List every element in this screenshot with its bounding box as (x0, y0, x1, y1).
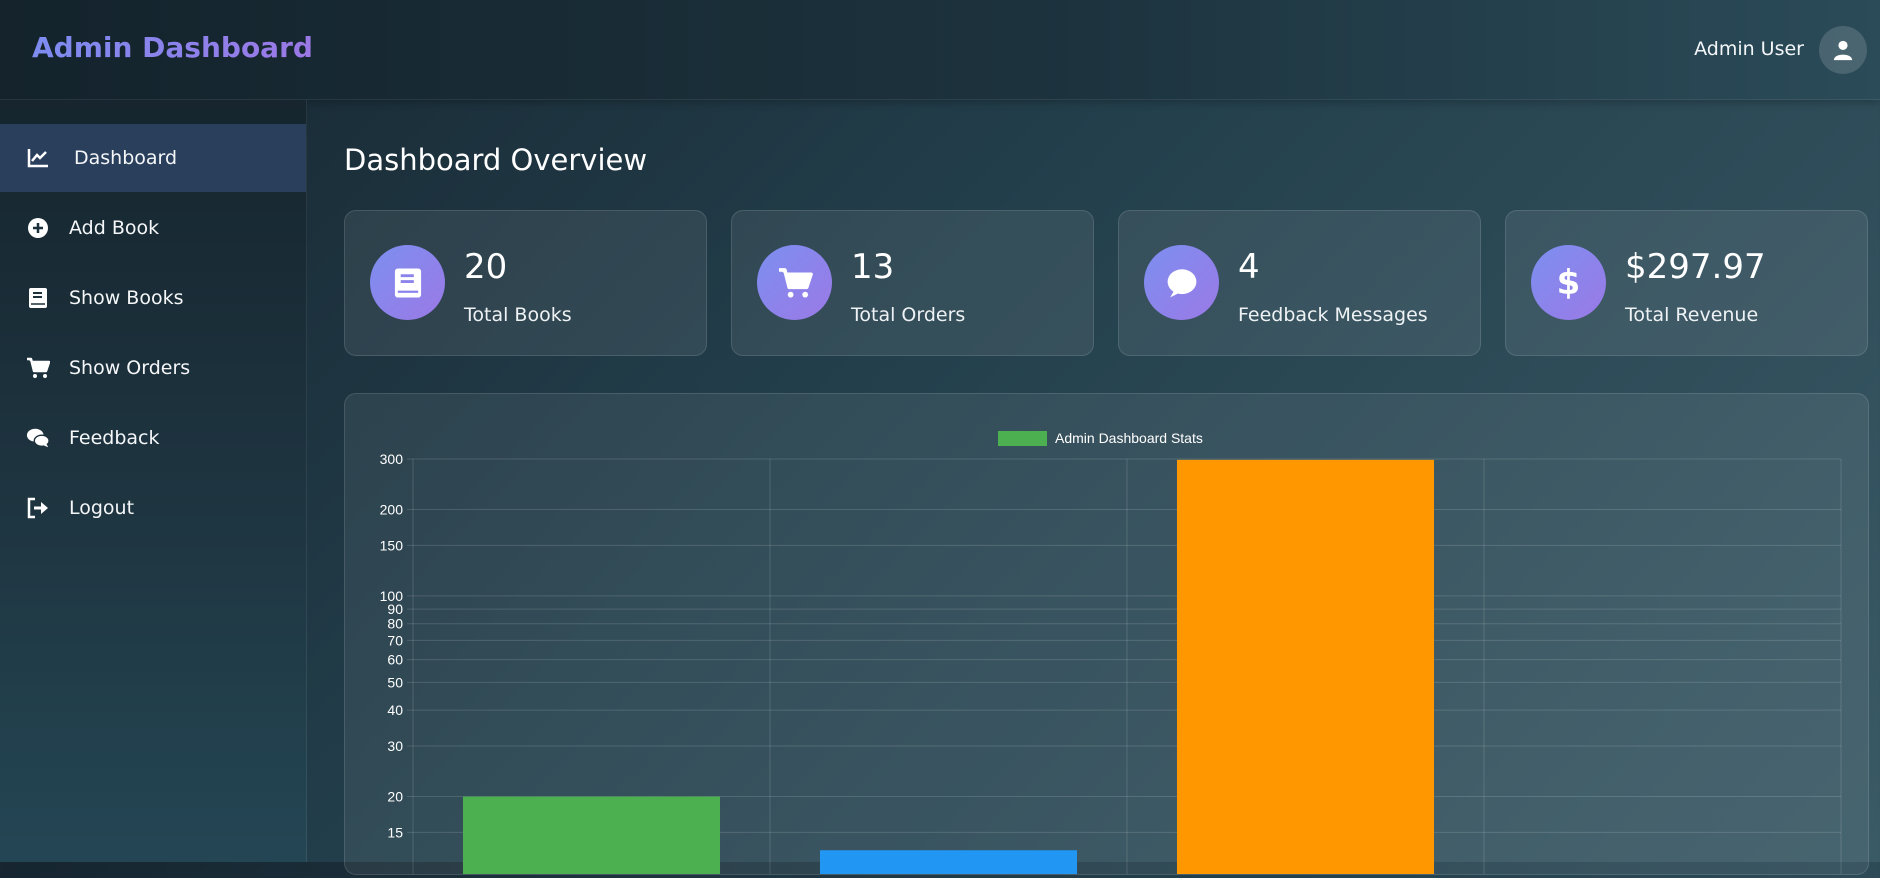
chart-line-icon (26, 146, 50, 170)
y-tick-label: 30 (387, 738, 403, 754)
y-tick-label: 50 (387, 674, 403, 690)
y-tick-label: 15 (387, 824, 403, 840)
legend-swatch (998, 431, 1047, 446)
comments-icon (26, 426, 50, 450)
stat-card-feedback: 4 Feedback Messages (1118, 210, 1481, 356)
sidebar-item-label: Show Orders (69, 357, 191, 379)
dollar-icon: $ (1556, 262, 1581, 303)
y-tick-label: 70 (387, 632, 403, 648)
card-icon-circle: $ (1531, 245, 1606, 320)
y-tick-label: 40 (387, 702, 403, 718)
y-tick-label: 80 (387, 616, 403, 632)
y-tick-label: 200 (380, 502, 404, 518)
book-icon (26, 286, 50, 310)
y-tick-label: 60 (387, 652, 403, 668)
card-icon-circle (1144, 245, 1219, 320)
sidebar-item-show-books[interactable]: Show Books (0, 264, 306, 332)
y-tick-label: 150 (380, 537, 404, 553)
cart-icon (778, 267, 813, 298)
y-tick-label: 90 (387, 601, 403, 617)
chart-bar[interactable] (819, 850, 1078, 874)
stat-card-revenue: $ $297.97 Total Revenue (1505, 210, 1868, 356)
sidebar-item-feedback[interactable]: Feedback (0, 404, 306, 472)
sidebar-item-add-book[interactable]: Add Book (0, 194, 306, 262)
comment-icon (1167, 268, 1196, 297)
stat-label: Feedback Messages (1238, 304, 1428, 326)
sidebar: Dashboard Add Book Show Books Show Order… (0, 100, 307, 862)
stat-value: $297.97 (1625, 247, 1766, 287)
stat-value: 20 (464, 247, 508, 287)
page-title: Dashboard Overview (344, 143, 648, 177)
stat-value: 4 (1238, 247, 1260, 287)
stat-value: 13 (851, 247, 895, 287)
stat-label: Total Orders (851, 304, 966, 326)
sidebar-item-show-orders[interactable]: Show Orders (0, 334, 306, 402)
brand-title[interactable]: Admin Dashboard (32, 31, 313, 64)
chart-bar[interactable] (1176, 459, 1435, 874)
y-tick-label: 300 (380, 451, 404, 467)
y-tick-label: 20 (387, 789, 403, 805)
user-icon (1833, 40, 1853, 61)
stat-card-books: 20 Total Books (344, 210, 707, 356)
sidebar-item-logout[interactable]: Logout (0, 474, 306, 542)
logout-icon (26, 496, 50, 520)
stats-bar-chart: Admin Dashboard Stats 300200150100908070… (380, 430, 1842, 878)
book-icon (394, 267, 421, 298)
legend-label: Admin Dashboard Stats (1055, 430, 1203, 446)
plus-circle-icon (26, 216, 50, 240)
stat-label: Total Revenue (1625, 304, 1759, 326)
chart-bars (462, 459, 1435, 874)
top-bar: Admin Dashboard Admin User (0, 0, 1880, 100)
stat-card-orders: 13 Total Orders (731, 210, 1094, 356)
sidebar-item-label: Show Books (69, 287, 184, 309)
y-axis-ticks: 300200150100908070605040302015109 (380, 451, 404, 878)
stats-chart-panel: Admin Dashboard Stats 300 200 150 100 90 80 70… (344, 393, 1869, 878)
cart-icon (26, 356, 50, 380)
stat-label: Total Books (464, 304, 572, 326)
chart-bar[interactable] (462, 796, 721, 874)
sidebar-item-label: Feedback (69, 427, 160, 449)
sidebar-item-dashboard[interactable]: Dashboard (0, 124, 306, 192)
user-name[interactable]: Admin User (1694, 38, 1804, 60)
card-icon-circle (370, 245, 445, 320)
sidebar-item-label: Logout (69, 497, 135, 519)
sidebar-item-label: Add Book (69, 217, 160, 239)
card-icon-circle (757, 245, 832, 320)
sidebar-item-label: Dashboard (74, 147, 178, 169)
user-avatar[interactable] (1819, 26, 1867, 74)
